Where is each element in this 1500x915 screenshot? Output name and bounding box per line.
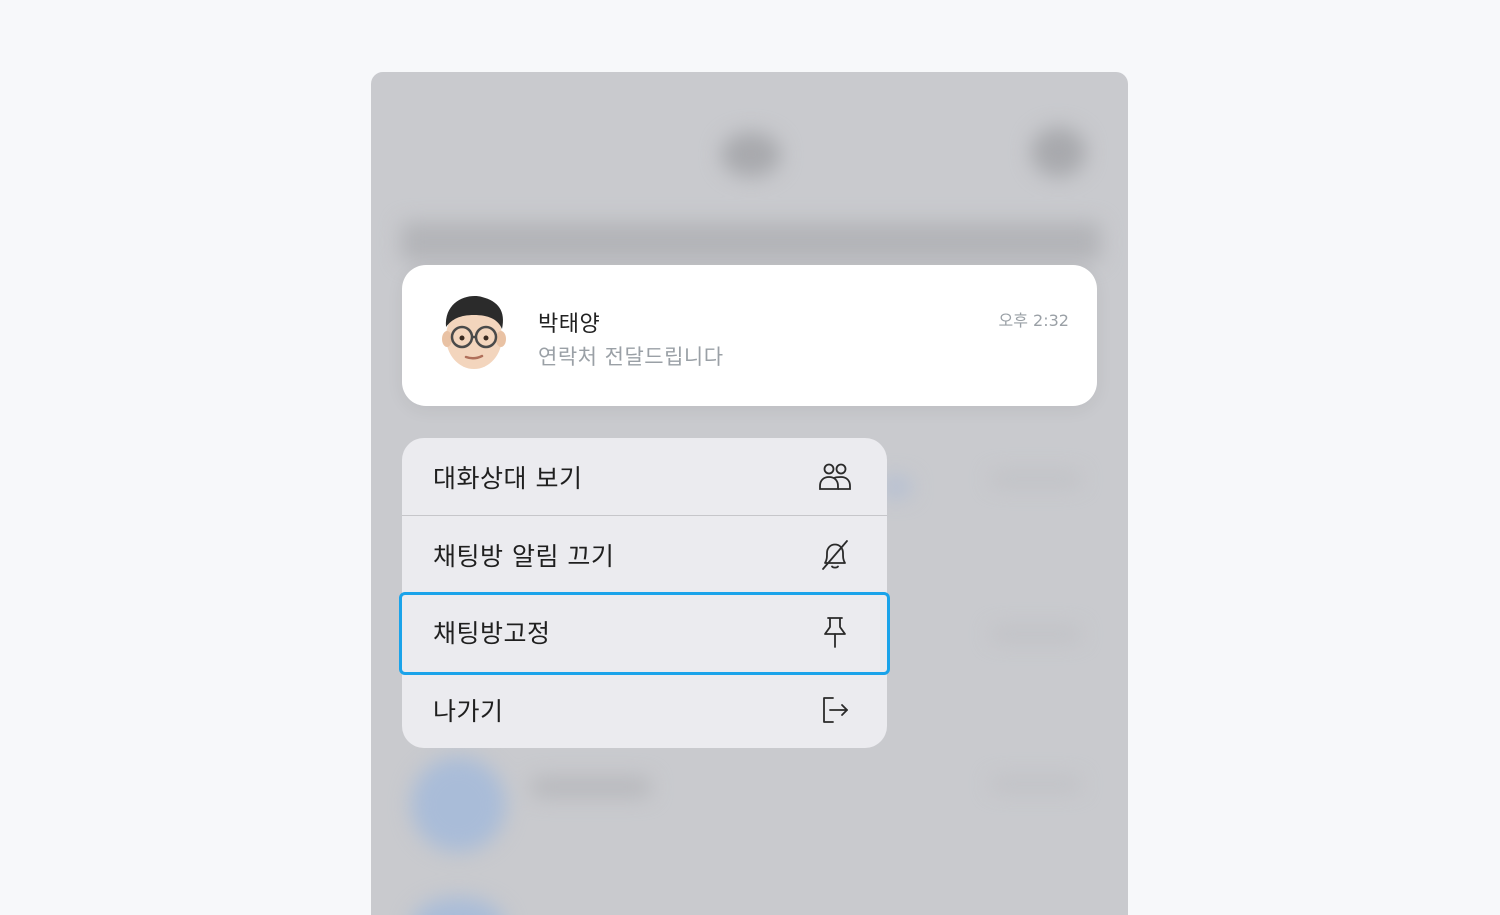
context-menu: 대화상대 보기 채팅방 알림 끄기 채팅방고정 나가기 xyxy=(399,438,890,748)
menu-item-label: 대화상대 보기 xyxy=(433,463,583,493)
menu-item-mute-notifications[interactable]: 채팅방 알림 끄기 xyxy=(402,516,887,593)
people-icon xyxy=(819,463,851,490)
chat-preview-card[interactable]: 박태양 연락처 전달드립니다 오후 2:32 xyxy=(402,265,1097,406)
exit-icon xyxy=(823,696,848,723)
memoji-avatar-icon xyxy=(442,296,506,369)
chat-last-message: 연락처 전달드립니다 xyxy=(538,345,724,369)
menu-item-view-participants[interactable]: 대화상대 보기 xyxy=(402,438,887,515)
menu-item-label: 채팅방고정 xyxy=(433,618,551,648)
bell-off-icon xyxy=(822,539,848,570)
blurred-chat-list-backdrop: 박태양 연락처 전달드립니다 오후 2:32 대화상대 보기 채팅방 알림 끄기… xyxy=(371,72,1128,915)
menu-item-label: 채팅방 알림 끄기 xyxy=(433,541,615,571)
chat-timestamp: 오후 2:32 xyxy=(998,311,1069,330)
pin-icon xyxy=(824,616,846,648)
menu-item-leave-chat[interactable]: 나가기 xyxy=(402,671,887,748)
chat-contact-name: 박태양 xyxy=(538,312,601,337)
menu-item-label: 나가기 xyxy=(433,696,504,726)
menu-item-pin-chat[interactable]: 채팅방고정 xyxy=(402,593,887,670)
